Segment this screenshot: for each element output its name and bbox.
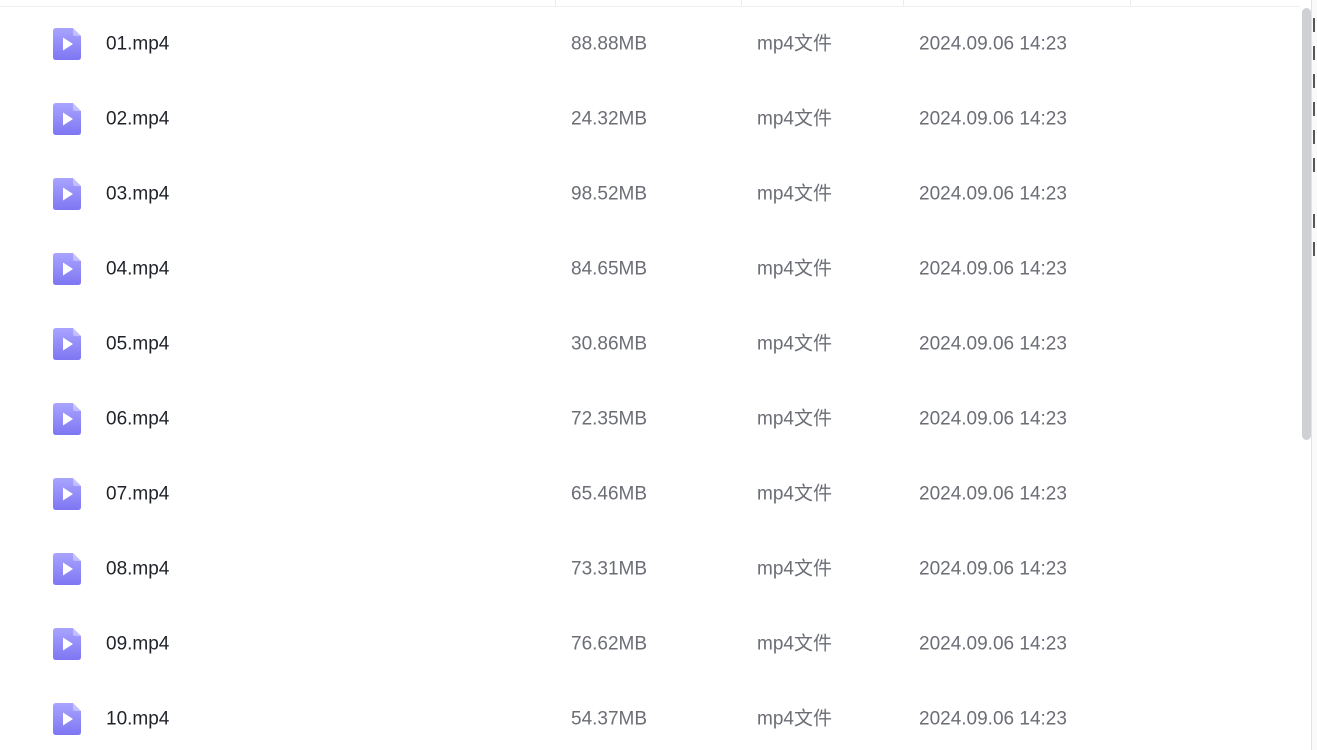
video-file-icon bbox=[53, 28, 81, 60]
file-name[interactable]: 04.mp4 bbox=[106, 260, 169, 279]
panel-text-glyph bbox=[1313, 242, 1317, 256]
file-name[interactable]: 10.mp4 bbox=[106, 710, 169, 729]
file-modified-date: 2024.09.06 14:23 bbox=[919, 108, 1067, 130]
file-row[interactable]: 07.mp4 65.46MB mp4文件 2024.09.06 14:23 bbox=[0, 463, 1300, 538]
file-type: mp4文件 bbox=[757, 633, 832, 655]
file-modified-date: 2024.09.06 14:23 bbox=[919, 258, 1067, 280]
video-file-icon bbox=[53, 478, 81, 510]
file-type: mp4文件 bbox=[757, 258, 832, 280]
file-name[interactable]: 07.mp4 bbox=[106, 485, 169, 504]
panel-text-glyph bbox=[1313, 18, 1317, 32]
file-row[interactable]: 05.mp4 30.86MB mp4文件 2024.09.06 14:23 bbox=[0, 313, 1300, 388]
file-name[interactable]: 09.mp4 bbox=[106, 635, 169, 654]
video-file-icon bbox=[53, 628, 81, 660]
file-modified-date: 2024.09.06 14:23 bbox=[919, 33, 1067, 55]
scrollbar-thumb[interactable] bbox=[1302, 8, 1311, 440]
header-divider bbox=[0, 6, 1300, 7]
file-size: 73.31MB bbox=[571, 558, 648, 580]
file-type: mp4文件 bbox=[757, 183, 832, 205]
file-name[interactable]: 06.mp4 bbox=[106, 410, 169, 429]
file-modified-date: 2024.09.06 14:23 bbox=[919, 558, 1067, 580]
file-name[interactable]: 08.mp4 bbox=[106, 560, 169, 579]
file-modified-date: 2024.09.06 14:23 bbox=[919, 633, 1067, 655]
file-modified-date: 2024.09.06 14:23 bbox=[919, 408, 1067, 430]
file-size: 72.35MB bbox=[571, 408, 648, 430]
file-row[interactable]: 02.mp4 24.32MB mp4文件 2024.09.06 14:23 bbox=[0, 88, 1300, 163]
file-size: 24.32MB bbox=[571, 108, 648, 130]
file-name[interactable]: 05.mp4 bbox=[106, 335, 169, 354]
file-list: 01.mp4 88.88MB mp4文件 2024.09.06 14:23 02.mp4… bbox=[0, 0, 1311, 750]
video-file-icon bbox=[53, 178, 81, 210]
file-size: 84.65MB bbox=[571, 258, 648, 280]
file-name[interactable]: 02.mp4 bbox=[106, 110, 169, 129]
video-file-icon bbox=[53, 403, 81, 435]
file-name[interactable]: 03.mp4 bbox=[106, 185, 169, 204]
video-file-icon bbox=[53, 253, 81, 285]
file-modified-date: 2024.09.06 14:23 bbox=[919, 183, 1067, 205]
file-size: 88.88MB bbox=[571, 33, 648, 55]
side-panel-edge bbox=[1311, 0, 1317, 750]
file-type: mp4文件 bbox=[757, 558, 832, 580]
panel-text-glyph bbox=[1313, 74, 1317, 88]
file-row[interactable]: 10.mp4 54.37MB mp4文件 2024.09.06 14:23 bbox=[0, 688, 1300, 750]
file-name[interactable]: 01.mp4 bbox=[106, 35, 169, 54]
panel-text-glyph bbox=[1313, 158, 1317, 172]
file-modified-date: 2024.09.06 14:23 bbox=[919, 333, 1067, 355]
file-modified-date: 2024.09.06 14:23 bbox=[919, 708, 1067, 730]
file-type: mp4文件 bbox=[757, 108, 832, 130]
panel-text-glyph bbox=[1313, 102, 1317, 116]
file-modified-date: 2024.09.06 14:23 bbox=[919, 483, 1067, 505]
file-row[interactable]: 06.mp4 72.35MB mp4文件 2024.09.06 14:23 bbox=[0, 388, 1300, 463]
column-divider[interactable] bbox=[555, 0, 556, 6]
column-divider[interactable] bbox=[741, 0, 742, 6]
video-file-icon bbox=[53, 553, 81, 585]
video-file-icon bbox=[53, 703, 81, 735]
file-size: 98.52MB bbox=[571, 183, 648, 205]
panel-text-glyph bbox=[1313, 46, 1317, 60]
column-divider[interactable] bbox=[903, 0, 904, 6]
file-type: mp4文件 bbox=[757, 408, 832, 430]
file-row[interactable]: 08.mp4 73.31MB mp4文件 2024.09.06 14:23 bbox=[0, 538, 1300, 613]
file-type: mp4文件 bbox=[757, 333, 832, 355]
file-browser: 01.mp4 88.88MB mp4文件 2024.09.06 14:23 02.mp4… bbox=[0, 0, 1317, 750]
panel-text-glyph bbox=[1313, 130, 1317, 144]
file-row[interactable]: 01.mp4 88.88MB mp4文件 2024.09.06 14:23 bbox=[0, 13, 1300, 88]
file-type: mp4文件 bbox=[757, 33, 832, 55]
file-row[interactable]: 09.mp4 76.62MB mp4文件 2024.09.06 14:23 bbox=[0, 613, 1300, 688]
file-size: 54.37MB bbox=[571, 708, 648, 730]
file-row[interactable]: 04.mp4 84.65MB mp4文件 2024.09.06 14:23 bbox=[0, 238, 1300, 313]
video-file-icon bbox=[53, 328, 81, 360]
file-row[interactable]: 03.mp4 98.52MB mp4文件 2024.09.06 14:23 bbox=[0, 163, 1300, 238]
column-divider[interactable] bbox=[1130, 0, 1131, 6]
file-type: mp4文件 bbox=[757, 483, 832, 505]
panel-text-glyph bbox=[1313, 214, 1317, 228]
video-file-icon bbox=[53, 103, 81, 135]
file-size: 76.62MB bbox=[571, 633, 648, 655]
file-size: 30.86MB bbox=[571, 333, 648, 355]
file-size: 65.46MB bbox=[571, 483, 648, 505]
file-type: mp4文件 bbox=[757, 708, 832, 730]
